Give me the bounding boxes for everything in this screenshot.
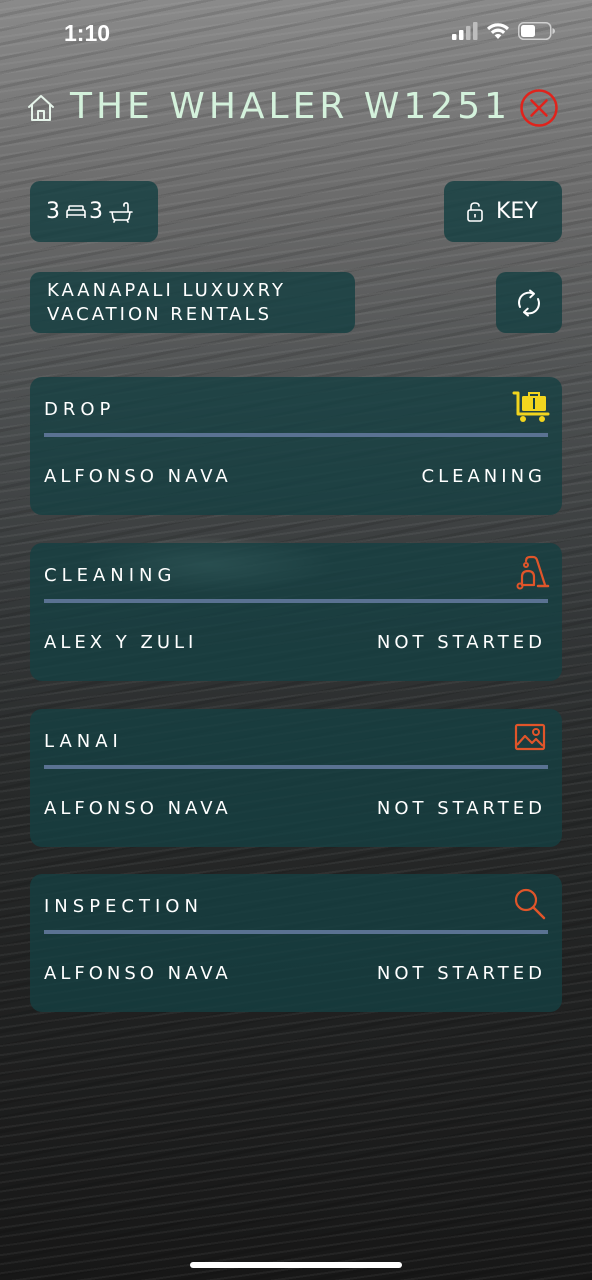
card-divider [44, 599, 548, 603]
task-assignee: ALEX Y ZULI [44, 632, 198, 653]
task-card-inspection[interactable]: INSPECTION ALFONSO NAVA NOT STARTED [30, 874, 562, 1012]
close-circle-icon[interactable] [519, 88, 559, 128]
card-divider [44, 433, 548, 437]
task-title: DROP [44, 399, 116, 420]
task-status: NOT STARTED [376, 963, 546, 984]
task-assignee: ALFONSO NAVA [44, 466, 232, 487]
key-button-label: KEY [496, 199, 538, 224]
task-card-drop[interactable]: DROP ALFONSO NAVA CLEANING [30, 377, 562, 515]
home-icon[interactable] [26, 93, 56, 123]
unlock-icon [467, 201, 483, 222]
task-title: CLEANING [44, 565, 177, 586]
status-time: 1:10 [64, 20, 111, 46]
wifi-icon [487, 23, 509, 39]
home-indicator[interactable] [190, 1262, 402, 1268]
refresh-icon [518, 289, 540, 316]
card-divider [44, 765, 548, 769]
page-title: THE WHALER W1251 [70, 86, 512, 127]
image-icon [514, 723, 546, 751]
task-status: CLEANING [421, 466, 546, 487]
status-bar: 1:10 [0, 0, 592, 66]
task-card-cleaning[interactable]: CLEANING ALEX Y ZULI NOT STARTED [30, 543, 562, 681]
task-status: NOT STARTED [376, 632, 546, 653]
bed-icon [66, 204, 86, 218]
bathtub-icon [109, 201, 133, 223]
bedroom-count: 3 [46, 199, 60, 224]
search-icon [514, 888, 546, 920]
task-title: LANAI [44, 731, 123, 752]
company-name: KAANAPALI LUXUXRY VACATION RENTALS [47, 279, 286, 325]
task-assignee: ALFONSO NAVA [44, 798, 232, 819]
refresh-button[interactable] [496, 272, 562, 333]
luggage-cart-icon [512, 391, 550, 422]
company-badge: KAANAPALI LUXUXRY VACATION RENTALS [30, 272, 355, 333]
rooms-badge: 3 3 [30, 181, 158, 242]
vacuum-icon [516, 555, 550, 590]
cellular-signal-icon [452, 22, 478, 40]
task-status: NOT STARTED [376, 798, 546, 819]
card-divider [44, 930, 548, 934]
task-assignee: ALFONSO NAVA [44, 963, 232, 984]
key-button[interactable]: KEY [444, 181, 562, 242]
task-title: INSPECTION [44, 896, 203, 917]
battery-icon [518, 22, 555, 40]
bathroom-count: 3 [89, 199, 103, 224]
task-card-lanai[interactable]: LANAI ALFONSO NAVA NOT STARTED [30, 709, 562, 847]
status-icons [452, 22, 556, 40]
